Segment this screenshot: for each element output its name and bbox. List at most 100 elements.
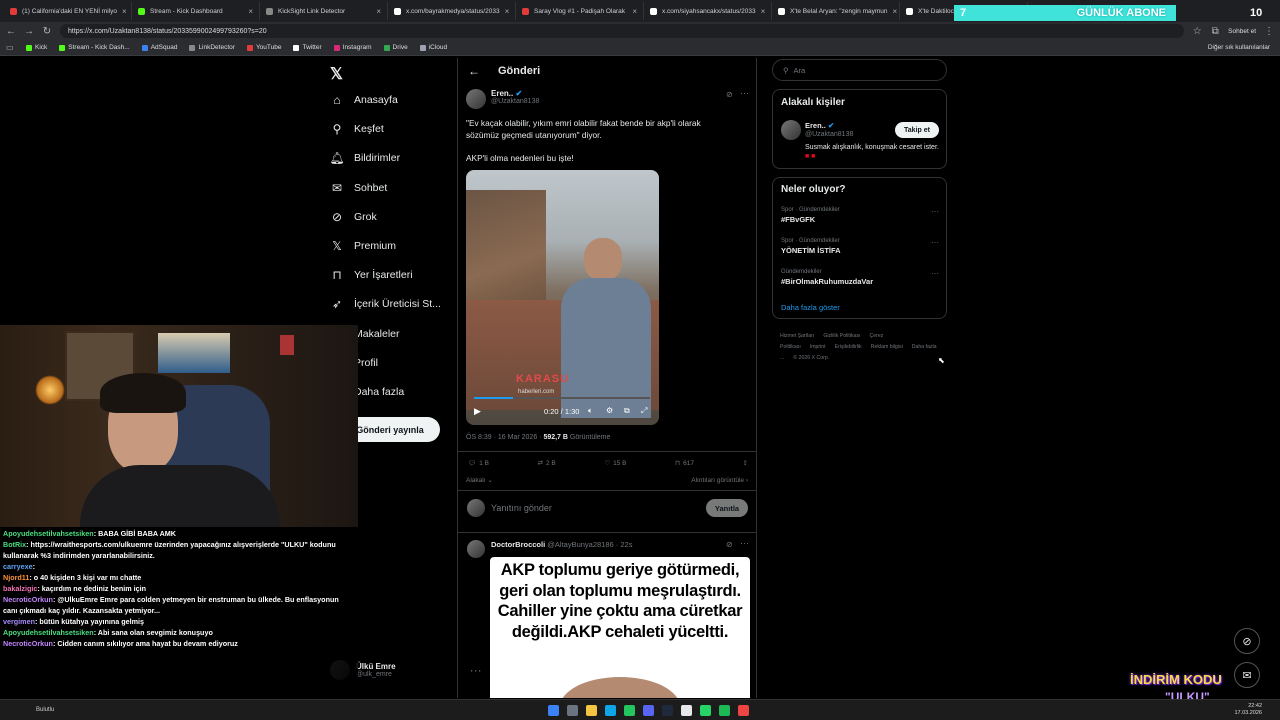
discord-icon[interactable] xyxy=(643,704,655,716)
tab-close-icon[interactable]: × xyxy=(248,7,253,16)
grok-fab-icon[interactable]: ⊘ xyxy=(1234,628,1260,654)
chat-username[interactable]: BotRix xyxy=(3,540,26,549)
other-bookmarks[interactable]: Diğer sık kullanılanlar xyxy=(1208,44,1270,51)
reply-action[interactable]: 💬︎ 1 B xyxy=(468,459,489,468)
footer-link[interactable]: Gizlilik Politikası xyxy=(823,333,860,339)
show-more-link[interactable]: Daha fazla göster xyxy=(781,303,840,312)
reply-header[interactable]: DoctorBroccoli @AltayBunya28186 · 22s xyxy=(491,540,632,549)
chat-username[interactable]: Njord11 xyxy=(3,573,29,582)
back-arrow-icon[interactable]: ← xyxy=(468,64,480,78)
browser-tab[interactable]: Saray Vlog #1 - Padişah Olarak × xyxy=(516,2,644,20)
browser-tab[interactable]: (1) California'daki EN YENİ milyo × xyxy=(4,2,132,20)
video-progress[interactable] xyxy=(474,397,650,399)
folder-icon[interactable] xyxy=(586,704,598,716)
footer-link[interactable]: Reklam bilgisi xyxy=(871,344,903,350)
reload-icon[interactable]: ↻ xyxy=(42,26,52,37)
retweet-action[interactable]: ⇄ 2 B xyxy=(538,459,556,468)
fullscreen-icon[interactable]: ⤢ xyxy=(641,406,647,416)
tab-close-icon[interactable]: × xyxy=(505,7,510,16)
volume-icon[interactable]: 🔈︎ xyxy=(588,406,593,416)
bookmark-item[interactable]: Drive xyxy=(383,44,408,51)
trend-item[interactable]: Spor · Gündemdekiler YÖNETİM İSTİFA ··· xyxy=(781,238,939,255)
url-input[interactable]: https://x.com/Uzaktan8138/status/2033599… xyxy=(60,24,1185,38)
view-quotes-link[interactable]: Alıntıları görüntüle › xyxy=(691,477,748,484)
bookmarks-icon[interactable]: ▭ xyxy=(6,43,14,52)
footer-link[interactable]: Erişilebilirlik xyxy=(835,344,862,350)
reply-button[interactable]: Yanıtla xyxy=(706,499,748,517)
tweet-author[interactable]: Eren.. ✔ @Uzaktan8138 xyxy=(466,89,539,109)
chat-username[interactable]: carryexe xyxy=(3,562,33,571)
browser-tab[interactable]: KickSight Link Detector × xyxy=(260,2,388,20)
steam-icon[interactable] xyxy=(662,704,674,716)
footer-link[interactable]: Imprint xyxy=(810,344,826,350)
chat-username[interactable]: NecroticOrkun xyxy=(3,639,53,648)
tab-close-icon[interactable]: × xyxy=(761,7,766,16)
x-logo-icon[interactable]: 𝕏 xyxy=(330,64,343,84)
more-icon[interactable]: ··· xyxy=(931,207,939,216)
sidebar-item[interactable]: 𝕏 Premium xyxy=(330,236,396,256)
more-icon[interactable]: ··· xyxy=(740,538,749,548)
bookmark-item[interactable]: iCloud xyxy=(419,44,447,51)
tab-close-icon[interactable]: × xyxy=(632,7,637,16)
browser-tab[interactable]: x.com/bayrakmedya/status/2033 × xyxy=(388,2,516,20)
start-icon[interactable] xyxy=(548,704,560,716)
chat-username[interactable]: Apoyudehsetilvahsetsiken xyxy=(3,628,94,637)
spotify-icon[interactable] xyxy=(719,704,731,716)
sidebar-item[interactable]: ⌂ Anasayfa xyxy=(330,90,397,110)
grok-icon[interactable]: ⊘ xyxy=(726,90,733,99)
bookmark-item[interactable]: AdSquad xyxy=(141,44,177,51)
chat-username[interactable]: Apoyudehsetilvahsetsiken xyxy=(3,529,94,538)
bookmark-item[interactable]: YouTube xyxy=(246,44,281,51)
messages-fab-icon[interactable]: ✉ xyxy=(1234,662,1260,688)
bookmark-action[interactable]: ⊓ 617 xyxy=(675,459,694,468)
grok-icon[interactable]: ⊘ xyxy=(726,540,733,549)
chrome-icon[interactable] xyxy=(624,704,636,716)
chat-button[interactable]: Sohbet et xyxy=(1228,28,1256,35)
trend-item[interactable]: Gündemdekiler #BirOlmakRuhumuzdaVar ··· xyxy=(781,269,939,286)
edge-icon[interactable] xyxy=(605,704,617,716)
more-icon[interactable]: ··· xyxy=(931,238,939,247)
more-icon[interactable]: ··· xyxy=(740,88,749,98)
follow-button[interactable]: Takip et xyxy=(895,122,939,138)
tab-close-icon[interactable]: × xyxy=(122,7,127,16)
reply-input[interactable]: Yanıtını gönder xyxy=(491,503,552,513)
bookmark-item[interactable]: Instagram xyxy=(333,44,372,51)
chat-username[interactable]: vergimen xyxy=(3,617,35,626)
sidebar-item[interactable]: ⊘ Grok xyxy=(330,207,377,227)
footer-link[interactable]: © 2026 X Corp. xyxy=(793,355,829,361)
like-action[interactable]: ♡ 15 B xyxy=(604,459,626,468)
related-dropdown[interactable]: Alakalı ⌄ xyxy=(466,476,493,484)
sidebar-item[interactable]: ➶ İçerik Üreticisi St... xyxy=(330,294,441,314)
sidebar-item[interactable]: ⚲ Keşfet xyxy=(330,119,384,139)
forward-icon[interactable]: → xyxy=(24,26,34,37)
bookmark-item[interactable]: LinkDetector xyxy=(189,44,235,51)
browser-tab[interactable]: x.com/siyahsancakx/status/2033 × xyxy=(644,2,772,20)
menu-icon[interactable]: ⋮ xyxy=(1264,26,1274,37)
tab-close-icon[interactable]: × xyxy=(893,7,898,16)
pip-icon[interactable]: ⧉ xyxy=(624,406,630,416)
chat-username[interactable]: bakalzigic xyxy=(3,584,37,593)
search-input[interactable]: Ara xyxy=(794,66,806,75)
chat-username[interactable]: NecroticOrkun xyxy=(3,595,53,604)
trend-item[interactable]: Spor · Gündemdekiler #FBvGFK ··· xyxy=(781,207,939,224)
tab-close-icon[interactable]: × xyxy=(376,7,381,16)
bookmark-item[interactable]: Twitter xyxy=(293,44,322,51)
app-icon[interactable] xyxy=(738,704,750,716)
extensions-icon[interactable]: ⧉ xyxy=(1210,26,1220,37)
bookmark-item[interactable]: Stream - Kick Dash... xyxy=(59,44,130,51)
back-icon[interactable]: ← xyxy=(6,26,16,37)
browser-tab[interactable]: Stream - Kick Dashboard × xyxy=(132,2,260,20)
star-icon[interactable]: ☆ xyxy=(1192,26,1202,37)
whatsapp-icon[interactable] xyxy=(700,704,712,716)
bookmark-item[interactable]: Kick xyxy=(26,44,47,51)
footer-link[interactable]: Hizmet Şartları xyxy=(780,333,814,339)
play-icon[interactable]: ▶ xyxy=(474,406,481,417)
share-icon[interactable]: ⇪ xyxy=(743,459,748,467)
search-taskbar-icon[interactable] xyxy=(567,704,579,716)
more-icon[interactable]: ··· xyxy=(931,269,939,278)
sidebar-item[interactable]: ⊓ Yer İşaretleri xyxy=(330,265,412,285)
search-box[interactable]: ⚲ Ara xyxy=(772,59,947,81)
browser-tab[interactable]: X'te Belal Aryan: "zengin maymun × xyxy=(772,2,900,20)
sidebar-item[interactable]: ✉ Sohbet xyxy=(330,178,387,198)
reply-image[interactable]: AKP toplumu geriye götürmedi, geri olan … xyxy=(490,557,750,698)
